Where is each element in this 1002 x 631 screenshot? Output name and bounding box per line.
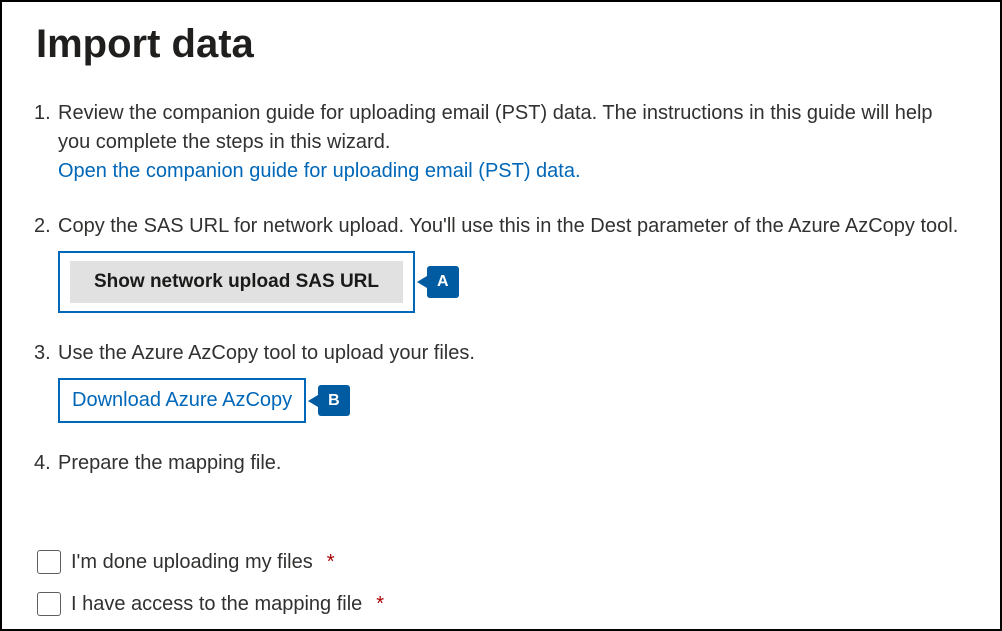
done-uploading-row: I'm done uploading my files * <box>37 550 968 574</box>
callout-a-badge: A <box>427 266 459 297</box>
step-3-link-row: Download Azure AzCopy B <box>58 378 968 423</box>
step-1-number: 1. <box>34 99 51 128</box>
callout-b-badge: B <box>318 385 350 416</box>
done-uploading-label: I'm done uploading my files <box>71 551 313 574</box>
azcopy-link-outline: Download Azure AzCopy <box>58 378 306 423</box>
companion-guide-link[interactable]: Open the companion guide for uploading e… <box>58 157 968 186</box>
required-asterisk: * <box>376 593 384 616</box>
step-3-number: 3. <box>34 339 51 368</box>
page-title: Import data <box>36 22 968 67</box>
step-2-number: 2. <box>34 212 51 241</box>
step-3-text: Use the Azure AzCopy tool to upload your… <box>58 339 968 368</box>
done-uploading-checkbox[interactable] <box>37 550 61 574</box>
have-access-row: I have access to the mapping file * <box>37 592 968 616</box>
step-3: 3. Use the Azure AzCopy tool to upload y… <box>34 339 968 423</box>
step-2: 2. Copy the SAS URL for network upload. … <box>34 212 968 313</box>
steps-list: 1. Review the companion guide for upload… <box>34 99 968 478</box>
have-access-checkbox[interactable] <box>37 592 61 616</box>
show-sas-url-button[interactable]: Show network upload SAS URL <box>70 261 403 303</box>
required-asterisk: * <box>327 551 335 574</box>
download-azcopy-link[interactable]: Download Azure AzCopy <box>72 386 292 415</box>
sas-url-button-outline: Show network upload SAS URL <box>58 251 415 313</box>
spacer <box>34 504 968 532</box>
step-1-text: Review the companion guide for uploading… <box>58 99 968 157</box>
have-access-label: I have access to the mapping file <box>71 593 362 616</box>
step-4-text: Prepare the mapping file. <box>58 449 968 478</box>
step-4-number: 4. <box>34 449 51 478</box>
step-4: 4. Prepare the mapping file. <box>34 449 968 478</box>
step-2-text: Copy the SAS URL for network upload. You… <box>58 212 968 241</box>
step-2-button-row: Show network upload SAS URL A <box>58 251 968 313</box>
step-1: 1. Review the companion guide for upload… <box>34 99 968 186</box>
